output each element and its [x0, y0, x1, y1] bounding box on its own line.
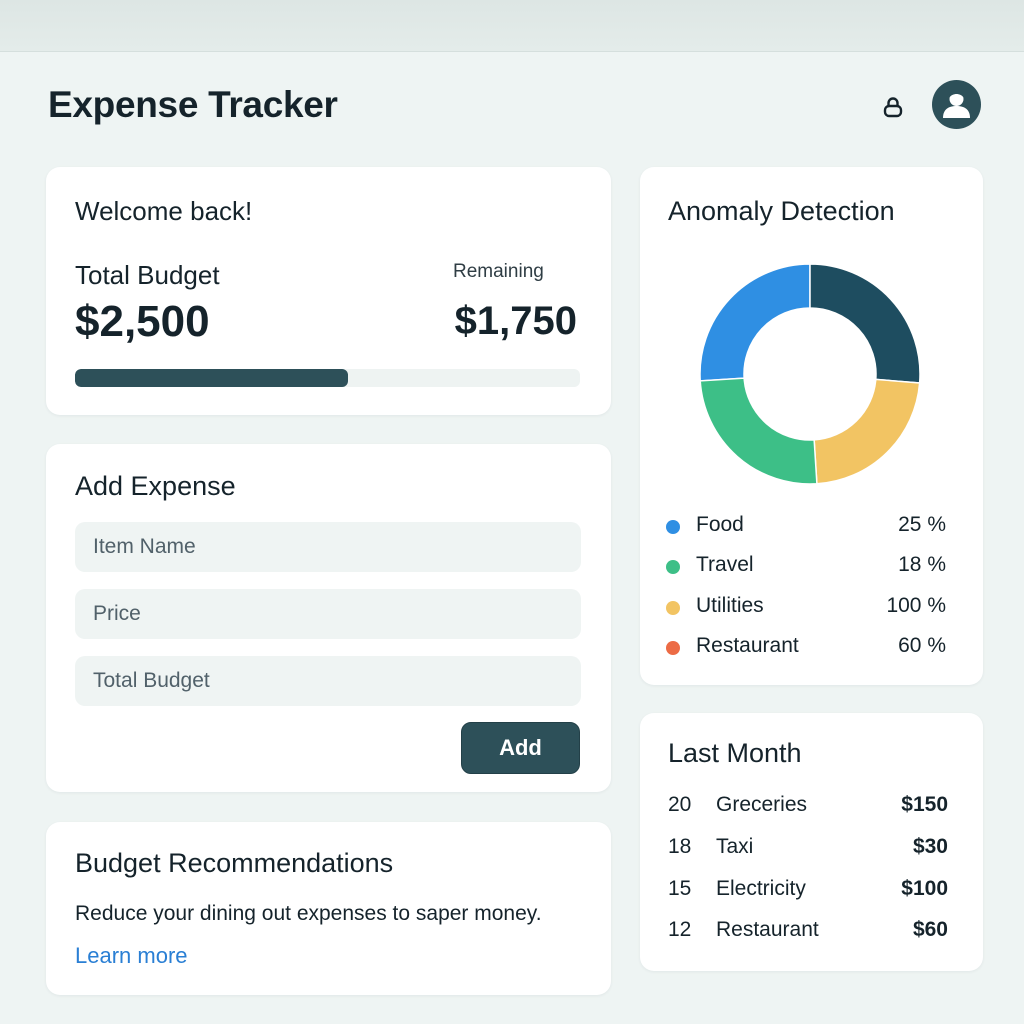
transaction-row[interactable]: 15 Electricity $100 [668, 877, 948, 907]
transaction-amount: $30 [912, 835, 948, 858]
last-month-title: Last Month [668, 738, 802, 768]
transaction-name: Restaurant [716, 918, 819, 941]
legend-percent: 18 % [898, 553, 946, 576]
add-expense-button[interactable]: Add [461, 722, 580, 774]
price-input[interactable] [75, 589, 581, 639]
transaction-amount: $150 [901, 793, 948, 816]
recommendation-text: Reduce your dining out expenses to saper… [75, 902, 542, 925]
transaction-amount: $60 [912, 918, 948, 941]
total-budget-input[interactable] [75, 656, 581, 706]
learn-more-link[interactable]: Learn more [75, 943, 188, 969]
legend-item: Utilities 100 % [666, 592, 951, 622]
lock-button[interactable] [878, 92, 908, 122]
transaction-day: 20 [668, 793, 692, 816]
budget-progress-fill [75, 369, 348, 387]
transaction-day: 15 [668, 877, 692, 900]
transaction-name: Greceries [716, 793, 808, 816]
transaction-day: 12 [668, 918, 692, 941]
transaction-name: Taxi [716, 835, 754, 858]
transaction-day: 18 [668, 835, 692, 858]
remaining-value: $1,750 [454, 299, 577, 343]
recommendations-title: Budget Recommendations [75, 848, 394, 878]
legend-label: Restaurant [696, 634, 799, 657]
total-budget-label: Total Budget [75, 260, 220, 290]
transaction-row[interactable]: 18 Taxi $30 [668, 835, 948, 865]
anomaly-detection-title: Anomaly Detection [668, 196, 895, 226]
budget-progress-bar [75, 369, 580, 387]
transaction-name: Electricity [716, 877, 806, 900]
remaining-label: Remaining [453, 261, 544, 282]
legend-label: Travel [696, 553, 754, 576]
user-avatar-icon [943, 90, 970, 118]
legend-dot-restaurant [666, 641, 680, 655]
legend-label: Food [696, 513, 744, 536]
legend-percent: 60 % [898, 634, 946, 657]
legend-dot-travel [666, 560, 680, 574]
add-expense-card: Add Expense Add [46, 444, 611, 792]
lock-icon [883, 97, 903, 118]
add-expense-title: Add Expense [75, 471, 236, 501]
legend-item: Restaurant 60 % [666, 632, 951, 662]
total-budget-value: $2,500 [75, 297, 210, 346]
welcome-message: Welcome back! [75, 196, 253, 226]
budget-recommendations-card: Budget Recommendations Reduce your dinin… [46, 822, 611, 995]
last-month-card: Last Month 20 Greceries $150 18 Taxi $30… [640, 713, 983, 971]
category-donut-chart [699, 263, 921, 485]
donut-segment-utilities [813, 378, 921, 485]
donut-segment-navy [809, 263, 921, 384]
transaction-amount: $100 [901, 877, 948, 900]
transaction-row[interactable]: 12 Restaurant $60 [668, 918, 948, 948]
legend-dot-utilities [666, 601, 680, 615]
legend-dot-food [666, 520, 680, 534]
app-title: Expense Tracker [48, 84, 338, 125]
legend-item: Travel 18 % [666, 551, 951, 581]
legend-percent: 25 % [898, 513, 946, 536]
donut-segment-food [699, 263, 811, 382]
transaction-row[interactable]: 20 Greceries $150 [668, 793, 948, 823]
budget-summary-card: Welcome back! Total Budget $2,500 Remain… [46, 167, 611, 415]
donut-segment-travel [699, 377, 818, 485]
legend-percent: 100 % [886, 594, 946, 617]
anomaly-detection-card: Anomaly Detection Food 25 % Travel 18 % … [640, 167, 983, 685]
user-avatar[interactable] [932, 80, 981, 129]
window-top-bar [0, 0, 1024, 52]
legend-label: Utilities [696, 594, 764, 617]
legend-item: Food 25 % [666, 511, 951, 541]
item-name-input[interactable] [75, 522, 581, 572]
